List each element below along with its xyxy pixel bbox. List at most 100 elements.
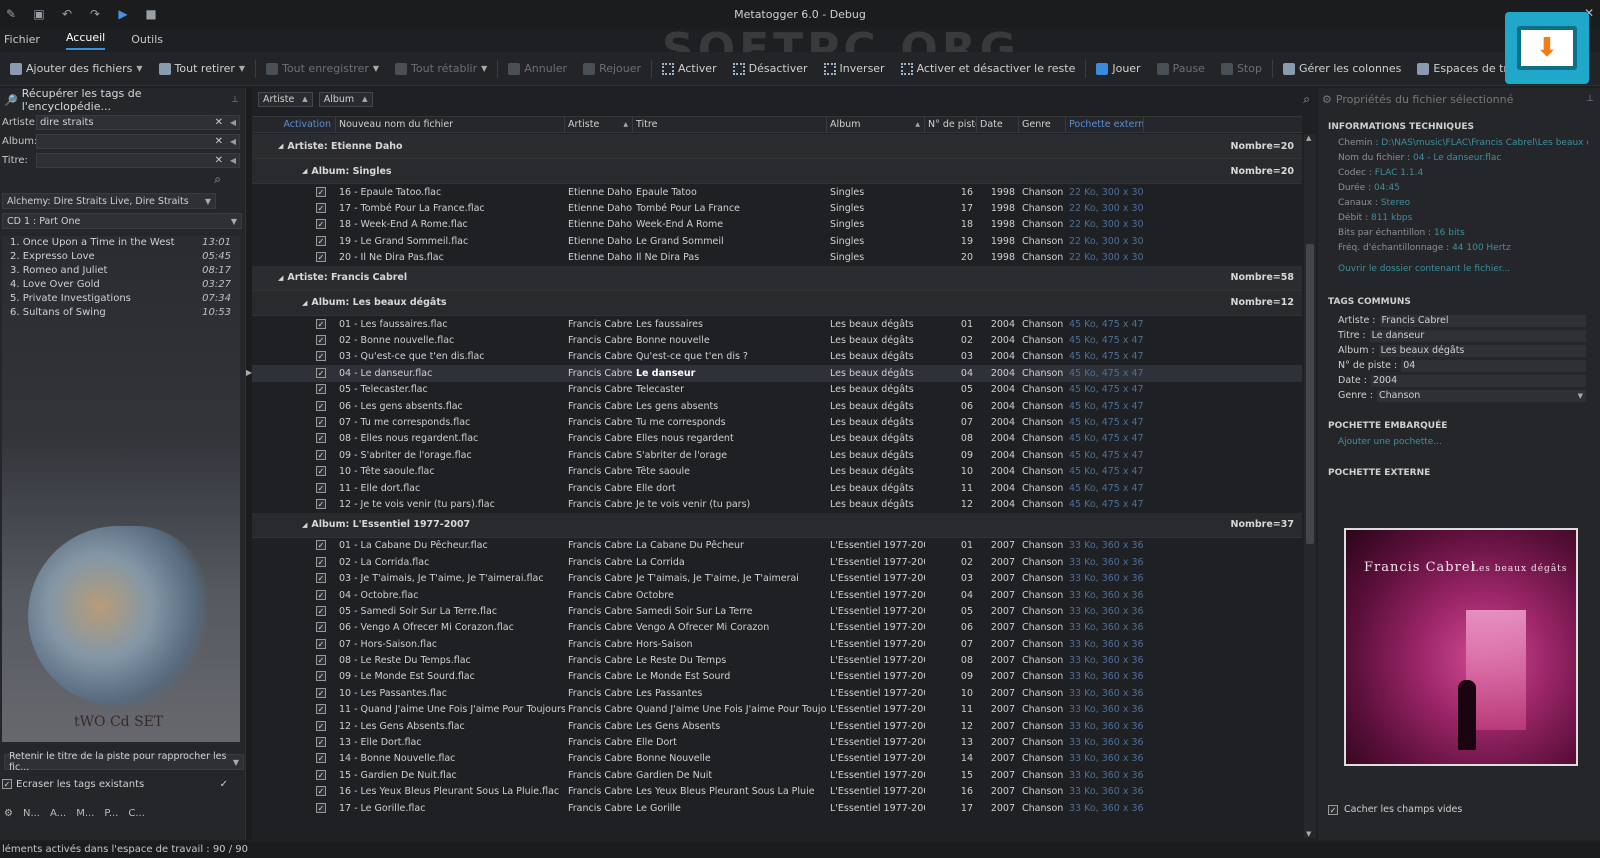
track-number-cell[interactable]: 09 <box>925 450 977 461</box>
table-row[interactable]: ✓ 07 - Hors-Saison.flac Francis Cabrel Hors… <box>252 636 1302 652</box>
artist-cell[interactable]: Francis Cabrel <box>565 417 633 428</box>
external-cover-cell[interactable]: 33 Ko, 360 x 360 <box>1066 622 1144 633</box>
table-row[interactable]: ✓ 04 - Octobre.flac Francis Cabrel Octobre L… <box>252 587 1302 603</box>
track-number-cell[interactable]: 10 <box>925 466 977 477</box>
arrow-left-icon[interactable]: ◀ <box>230 156 236 165</box>
genre-cell[interactable]: Chanson <box>1019 483 1066 494</box>
date-cell[interactable]: 2007 <box>977 704 1019 715</box>
collapse-icon[interactable]: ◢ <box>278 274 283 282</box>
title-cell[interactable]: Les Passantes <box>633 688 827 699</box>
external-cover-cell[interactable]: 45 Ko, 475 x 475 <box>1066 466 1144 477</box>
filename-cell[interactable]: 03 - Je T'aimais, Je T'aime, Je T'aimera… <box>336 573 565 584</box>
date-cell[interactable]: 2007 <box>977 753 1019 764</box>
title-cell[interactable]: Elles nous regardent <box>633 433 827 444</box>
col-date[interactable]: Date <box>977 117 1019 132</box>
table-row[interactable]: ✓ 20 - Il Ne Dira Pas.flac Etienne Daho Il … <box>252 250 1302 266</box>
track-number-cell[interactable]: 16 <box>925 187 977 198</box>
track-number-cell[interactable]: 18 <box>925 219 977 230</box>
panel-tab-1[interactable]: ⚙ <box>4 808 13 819</box>
panel-tab-m[interactable]: M... <box>76 808 94 819</box>
album-cell[interactable]: L'Essentiel 1977-2007 <box>827 737 925 748</box>
table-row[interactable]: ✓ 12 - Je te vois venir (tu pars).flac Fra… <box>252 496 1302 512</box>
filename-cell[interactable]: 01 - La Cabane Du Pêcheur.flac <box>336 540 565 551</box>
table-row[interactable]: ✓ 05 - Telecaster.flac Francis Cabrel Telec… <box>252 382 1302 398</box>
genre-cell[interactable]: Chanson <box>1019 499 1066 510</box>
tag-value-field[interactable]: Le danseur <box>1369 329 1586 342</box>
panel-tab-n[interactable]: N... <box>23 808 40 819</box>
app-menu-icon[interactable]: ✎ <box>4 7 18 21</box>
date-cell[interactable]: 2007 <box>977 540 1019 551</box>
track-number-cell[interactable]: 02 <box>925 557 977 568</box>
filename-cell[interactable]: 10 - Les Passantes.flac <box>336 688 565 699</box>
table-row[interactable]: ✓ 19 - Le Grand Sommeil.flac Etienne Daho L… <box>252 233 1302 249</box>
chevron-down-icon[interactable]: ▼ <box>136 64 142 73</box>
table-row[interactable]: ✓ 02 - La Corrida.flac Francis Cabrel La Co… <box>252 554 1302 570</box>
panel-tab-c[interactable]: C... <box>128 808 145 819</box>
artist-cell[interactable]: Francis Cabrel <box>565 639 633 650</box>
table-row[interactable]: ✓ 07 - Tu me corresponds.flac Francis Cabr… <box>252 414 1302 430</box>
chevron-down-icon[interactable]: ▼ <box>373 64 379 73</box>
activation-checkbox[interactable]: ✓ <box>316 605 326 616</box>
date-cell[interactable]: 2004 <box>977 335 1019 346</box>
filename-cell[interactable]: 11 - Elle dort.flac <box>336 483 565 494</box>
activation-checkbox[interactable]: ✓ <box>316 671 326 682</box>
activation-checkbox[interactable]: ✓ <box>316 687 326 698</box>
album-cell[interactable]: L'Essentiel 1977-2007 <box>827 622 925 633</box>
date-cell[interactable]: 2004 <box>977 368 1019 379</box>
filename-cell[interactable]: 02 - La Corrida.flac <box>336 557 565 568</box>
arrow-left-icon[interactable]: ◀ <box>230 137 236 146</box>
genre-cell[interactable]: Chanson <box>1019 688 1066 699</box>
collapse-icon[interactable]: ◢ <box>302 521 307 529</box>
artist-cell[interactable]: Francis Cabrel <box>565 721 633 732</box>
genre-cell[interactable]: Chanson <box>1019 351 1066 362</box>
add-cover-link[interactable]: Ajouter une pochette... <box>1338 437 1442 447</box>
tag-value-field[interactable]: Les beaux dégâts <box>1378 344 1586 357</box>
table-row[interactable]: ✓ 17 - Tombé Pour La France.flac Etienne D… <box>252 200 1302 216</box>
filename-cell[interactable]: 14 - Bonne Nouvelle.flac <box>336 753 565 764</box>
table-row[interactable]: ✓ 16 - Les Yeux Bleus Pleurant Sous La Pl… <box>252 784 1302 800</box>
date-cell[interactable]: 1998 <box>977 252 1019 263</box>
genre-cell[interactable]: Chanson <box>1019 433 1066 444</box>
title-cell[interactable]: Elle Dort <box>633 737 827 748</box>
date-cell[interactable]: 2004 <box>977 483 1019 494</box>
filename-cell[interactable]: 12 - Je te vois venir (tu pars).flac <box>336 499 565 510</box>
external-cover-cell[interactable]: 45 Ko, 475 x 475 <box>1066 417 1144 428</box>
toolbar-button-5[interactable]: Rejouer <box>575 62 649 75</box>
date-cell[interactable]: 2004 <box>977 466 1019 477</box>
chevron-down-icon[interactable]: ▼ <box>239 64 245 73</box>
genre-cell[interactable]: Chanson <box>1019 753 1066 764</box>
activation-checkbox[interactable]: ✓ <box>316 540 326 551</box>
external-cover-cell[interactable]: 33 Ko, 360 x 360 <box>1066 557 1144 568</box>
encyclopedia-track[interactable]: 4. Love Over Gold 03:27 <box>10 279 231 293</box>
genre-cell[interactable]: Chanson <box>1019 803 1066 814</box>
activation-checkbox[interactable]: ✓ <box>316 737 326 748</box>
activation-checkbox[interactable]: ✓ <box>316 786 326 797</box>
filename-cell[interactable]: 10 - Tête saoule.flac <box>336 466 565 477</box>
date-cell[interactable]: 2007 <box>977 803 1019 814</box>
group-album-chip[interactable]: Album ▲ <box>318 91 373 107</box>
toolbar-button-13[interactable]: Gérer les colonnes <box>1275 62 1409 75</box>
filename-cell[interactable]: 16 - Les Yeux Bleus Pleurant Sous La Plu… <box>336 786 565 797</box>
external-cover-cell[interactable]: 33 Ko, 360 x 360 <box>1066 753 1144 764</box>
album-cell[interactable]: Les beaux dégâts <box>827 483 925 494</box>
title-cell[interactable]: Hors-Saison <box>633 639 827 650</box>
genre-cell[interactable]: Chanson <box>1019 573 1066 584</box>
col-album[interactable]: Album <box>827 117 925 132</box>
artist-cell[interactable]: Francis Cabrel <box>565 557 633 568</box>
genre-cell[interactable]: Chanson <box>1019 655 1066 666</box>
artist-cell[interactable]: Francis Cabrel <box>565 753 633 764</box>
track-number-cell[interactable]: 19 <box>925 236 977 247</box>
title-cell[interactable]: Vengo A Ofrecer Mi Corazon <box>633 622 827 633</box>
artist-cell[interactable]: Francis Cabrel <box>565 499 633 510</box>
external-cover-cell[interactable]: 22 Ko, 300 x 300 <box>1066 236 1144 247</box>
filename-cell[interactable]: 04 - Le danseur.flac <box>336 368 565 379</box>
album-cell[interactable]: Singles <box>827 219 925 230</box>
artist-cell[interactable]: Francis Cabrel <box>565 606 633 617</box>
track-number-cell[interactable]: 12 <box>925 721 977 732</box>
album-cell[interactable]: L'Essentiel 1977-2007 <box>827 688 925 699</box>
filename-cell[interactable]: 07 - Tu me corresponds.flac <box>336 417 565 428</box>
col-genre[interactable]: Genre <box>1019 117 1066 132</box>
genre-cell[interactable]: Chanson <box>1019 335 1066 346</box>
activation-checkbox[interactable]: ✓ <box>316 802 326 813</box>
album-cell[interactable]: Singles <box>827 252 925 263</box>
